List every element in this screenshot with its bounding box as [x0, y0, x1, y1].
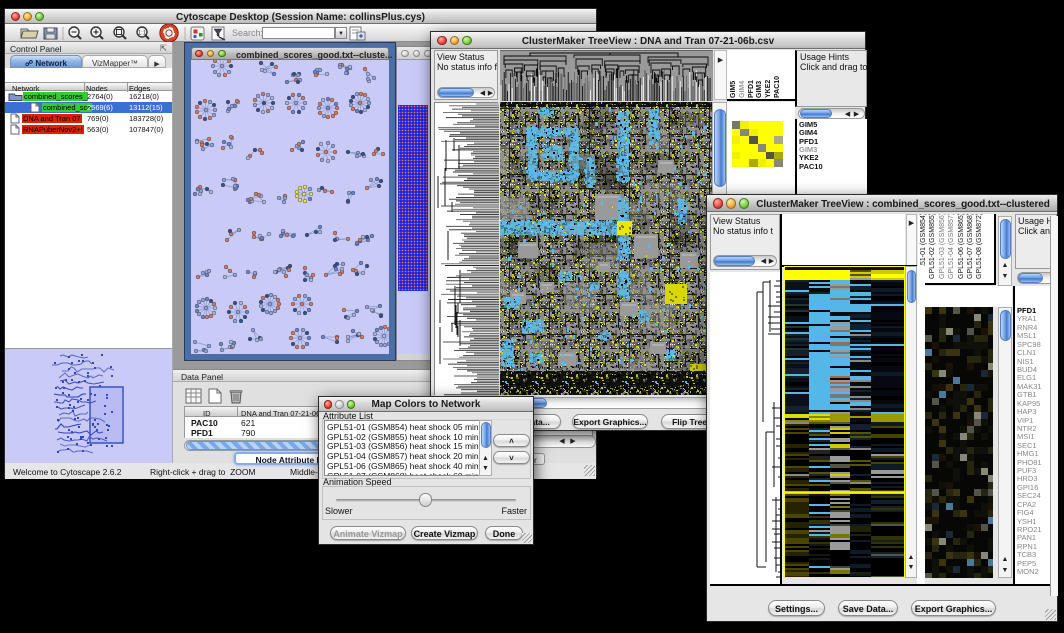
svg-text:Search:: Search:	[232, 28, 263, 38]
svg-text:1:1: 1:1	[138, 31, 147, 37]
